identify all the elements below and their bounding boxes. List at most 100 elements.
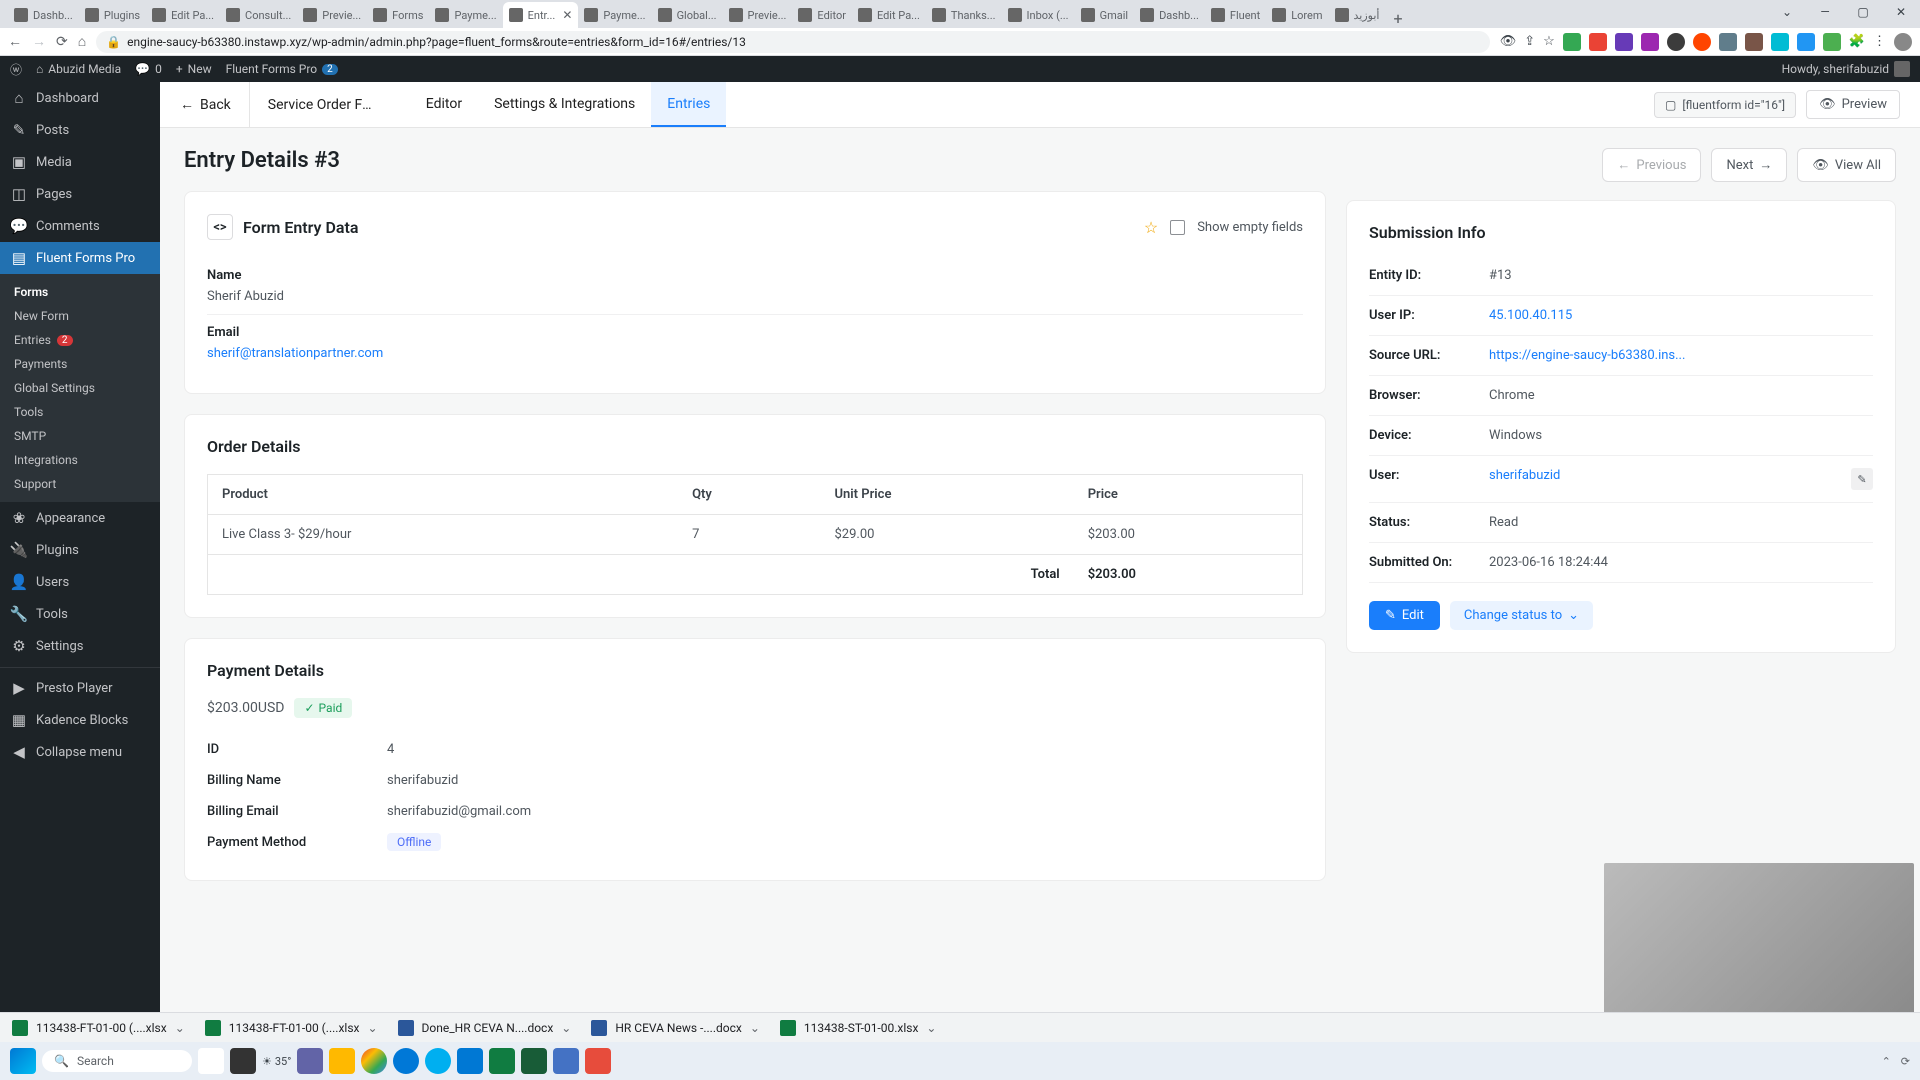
- wp-submenu-item[interactable]: SMTP: [0, 424, 160, 448]
- site-link[interactable]: ⌂ Abuzid Media: [36, 62, 121, 76]
- forward-icon[interactable]: →: [32, 33, 46, 50]
- next-button[interactable]: Next →: [1711, 148, 1787, 182]
- wp-submenu-item[interactable]: Global Settings: [0, 376, 160, 400]
- extension-icon[interactable]: [1615, 33, 1633, 51]
- form-name[interactable]: Service Order For...: [250, 97, 390, 113]
- taskbar-app-icon[interactable]: [585, 1048, 611, 1074]
- skype-icon[interactable]: [425, 1048, 451, 1074]
- extension-icon[interactable]: [1589, 33, 1607, 51]
- wp-menu-item[interactable]: ▦Kadence Blocks: [0, 704, 160, 736]
- previous-button[interactable]: ← Previous: [1602, 148, 1701, 182]
- extension-icon[interactable]: [1667, 33, 1685, 51]
- share-icon[interactable]: ⇪: [1524, 34, 1535, 49]
- chrome-icon[interactable]: [361, 1048, 387, 1074]
- wp-submenu-item[interactable]: Forms: [0, 280, 160, 304]
- browser-tab[interactable]: Previe...: [723, 2, 793, 28]
- wp-menu-item[interactable]: ▤Fluent Forms Pro: [0, 242, 160, 274]
- weather-widget[interactable]: ☀ 35°: [262, 1055, 291, 1068]
- extension-icon[interactable]: [1693, 33, 1711, 51]
- extension-icon[interactable]: [1719, 33, 1737, 51]
- download-item[interactable]: 113438-FT-01-00 (....xlsx⌄: [205, 1020, 378, 1036]
- taskbar-app-icon[interactable]: [521, 1048, 547, 1074]
- download-item[interactable]: 113438-ST-01-00.xlsx⌄: [780, 1020, 937, 1036]
- browser-tab[interactable]: Plugins: [79, 2, 146, 28]
- wp-menu-item[interactable]: ▶Presto Player: [0, 672, 160, 704]
- address-bar[interactable]: 🔒 engine-saucy-b63380.instawp.xyz/wp-adm…: [96, 31, 1490, 53]
- browser-tab[interactable]: Dashb...: [1134, 2, 1205, 28]
- wp-menu-item[interactable]: 👤Users: [0, 566, 160, 598]
- browser-tab[interactable]: Lorem: [1266, 2, 1328, 28]
- browser-tab[interactable]: Previe...: [297, 2, 367, 28]
- task-view-icon[interactable]: [198, 1048, 224, 1074]
- download-item[interactable]: Done_HR CEVA N....docx⌄: [398, 1020, 572, 1036]
- email-link[interactable]: sherif@translationpartner.com: [207, 346, 383, 361]
- view-all-button[interactable]: 👁 View All: [1797, 148, 1896, 182]
- tray-chevron-icon[interactable]: ⌃: [1882, 1055, 1891, 1068]
- edit-icon[interactable]: ✎: [1851, 468, 1873, 490]
- preview-button[interactable]: 👁 Preview: [1806, 90, 1900, 119]
- wp-submenu-item[interactable]: Payments: [0, 352, 160, 376]
- extension-icon[interactable]: [1745, 33, 1763, 51]
- extension-icon[interactable]: [1771, 33, 1789, 51]
- wp-menu-item[interactable]: ⌂Dashboard: [0, 82, 160, 114]
- show-empty-label[interactable]: Show empty fields: [1197, 220, 1303, 235]
- browser-tab[interactable]: Editor: [792, 2, 852, 28]
- browser-tab[interactable]: Payme...: [429, 2, 502, 28]
- extension-icon[interactable]: [1563, 33, 1581, 51]
- wp-menu-item[interactable]: ▣Media: [0, 146, 160, 178]
- browser-tab[interactable]: Dashb...: [8, 2, 79, 28]
- browser-tab[interactable]: أبوزيد: [1329, 2, 1386, 28]
- comments-link[interactable]: 💬 0: [135, 62, 162, 76]
- wp-menu-item[interactable]: 🔧Tools: [0, 598, 160, 630]
- chevron-down-icon[interactable]: ⌄: [1768, 0, 1806, 24]
- star-icon[interactable]: ☆: [1543, 34, 1555, 49]
- wp-menu-item[interactable]: 🔌Plugins: [0, 534, 160, 566]
- howdy-text[interactable]: Howdy, sherifabuzid: [1782, 61, 1910, 77]
- browser-tab[interactable]: Inbox (...: [1002, 2, 1075, 28]
- download-item[interactable]: HR CEVA News -....docx⌄: [591, 1020, 760, 1036]
- taskbar-app-icon[interactable]: [457, 1048, 483, 1074]
- wp-logo-icon[interactable]: ⓦ: [10, 61, 22, 78]
- browser-tab[interactable]: Payme...: [578, 2, 651, 28]
- browser-tab[interactable]: Fluent: [1205, 2, 1266, 28]
- explorer-icon[interactable]: [329, 1048, 355, 1074]
- browser-tab[interactable]: Edit Pa...: [146, 2, 220, 28]
- extension-icon[interactable]: [1823, 33, 1841, 51]
- taskbar-app-icon[interactable]: [230, 1048, 256, 1074]
- maximize-button[interactable]: ▢: [1844, 0, 1882, 24]
- download-item[interactable]: 113438-FT-01-00 (....xlsx⌄: [12, 1020, 185, 1036]
- new-link[interactable]: + New: [176, 62, 212, 76]
- browser-tab[interactable]: Consult...: [220, 2, 297, 28]
- ff-tab[interactable]: Editor: [410, 82, 478, 127]
- change-status-button[interactable]: Change status to ⌄: [1450, 601, 1593, 630]
- home-icon[interactable]: ⌂: [78, 33, 86, 50]
- close-button[interactable]: ✕: [1882, 0, 1920, 24]
- minimize-button[interactable]: —: [1806, 0, 1844, 24]
- extension-icon[interactable]: [1797, 33, 1815, 51]
- shortcode-box[interactable]: ▢ [fluentform id="16"]: [1654, 92, 1796, 118]
- wp-menu-item[interactable]: ❀Appearance: [0, 502, 160, 534]
- edge-icon[interactable]: [393, 1048, 419, 1074]
- eye-off-icon[interactable]: 👁: [1500, 34, 1517, 49]
- teams-icon[interactable]: [297, 1048, 323, 1074]
- taskbar-app-icon[interactable]: [553, 1048, 579, 1074]
- wp-submenu-item[interactable]: Entries 2: [0, 328, 160, 352]
- wp-submenu-item[interactable]: Tools: [0, 400, 160, 424]
- wp-menu-item[interactable]: ⚙Settings: [0, 630, 160, 662]
- wp-menu-item[interactable]: 💬Comments: [0, 210, 160, 242]
- wp-submenu-item[interactable]: Support: [0, 472, 160, 496]
- browser-tab[interactable]: Forms: [367, 2, 429, 28]
- taskbar-search[interactable]: 🔍 Search: [42, 1050, 192, 1072]
- wp-menu-item[interactable]: ◫Pages: [0, 178, 160, 210]
- browser-tab[interactable]: Edit Pa...: [852, 2, 926, 28]
- wp-menu-item[interactable]: ✎Posts: [0, 114, 160, 146]
- plugin-link[interactable]: Fluent Forms Pro 2: [226, 62, 338, 76]
- back-icon[interactable]: ←: [8, 33, 22, 50]
- extensions-icon[interactable]: 🧩: [1849, 34, 1865, 49]
- back-link[interactable]: ← Back: [180, 82, 250, 127]
- extension-icon[interactable]: [1641, 33, 1659, 51]
- browser-tab[interactable]: Global...: [652, 2, 723, 28]
- ff-tab[interactable]: Settings & Integrations: [478, 82, 651, 127]
- avatar[interactable]: [1894, 33, 1912, 51]
- browser-tab[interactable]: Thanks...: [926, 2, 1002, 28]
